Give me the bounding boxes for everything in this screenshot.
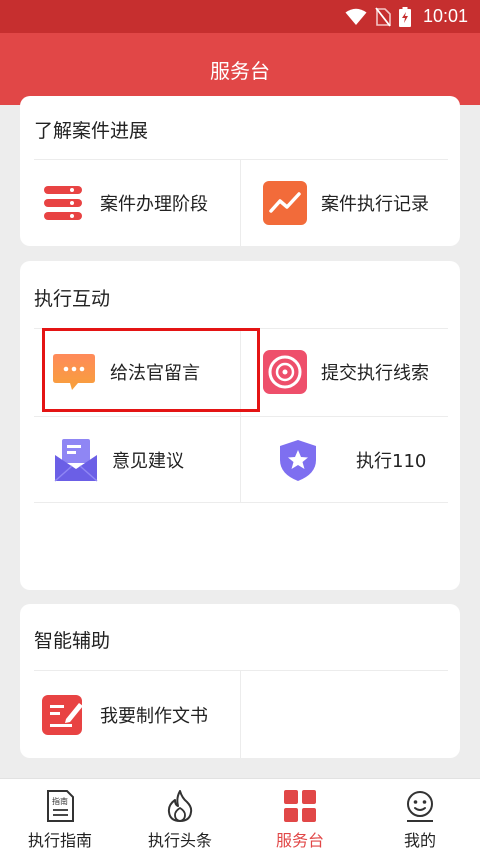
- item-label: 案件办理阶段: [100, 194, 208, 215]
- shield-star-icon: [276, 438, 320, 482]
- card-case-progress: 了解案件进展 案件办理阶段 案件执行记录: [20, 96, 460, 246]
- user-face-icon: [404, 789, 436, 823]
- highlight-box: [42, 328, 260, 412]
- card-interaction: 执行互动 给法官留言 提交执行线索 意见建议 执行110: [20, 261, 460, 590]
- tab-headlines[interactable]: 执行头条: [120, 779, 240, 853]
- section-title: 智能辅助: [34, 630, 111, 652]
- status-bar: 10:01: [0, 0, 480, 33]
- item-label: 执行110: [356, 451, 427, 472]
- bottom-tab-bar: 指南 执行指南 执行头条 服务台 我的: [0, 778, 480, 853]
- divider: [240, 671, 241, 758]
- wifi-icon: [345, 8, 367, 26]
- section-title: 了解案件进展: [34, 120, 149, 142]
- grid-icon: [284, 789, 316, 823]
- tab-label: 执行头条: [147, 831, 212, 850]
- divider: [34, 159, 448, 160]
- tab-label: 服务台: [275, 831, 324, 850]
- divider: [240, 160, 241, 246]
- tab-label: 执行指南: [27, 831, 92, 850]
- guide-icon-text: 指南: [52, 796, 68, 806]
- page-title: 服务台: [0, 33, 480, 105]
- item-case-stage[interactable]: 案件办理阶段: [42, 181, 208, 225]
- item-submit-clue[interactable]: 提交执行线索: [263, 350, 429, 394]
- card-smart-assist: 智能辅助 我要制作文书: [20, 604, 460, 758]
- trend-chart-icon: [263, 181, 307, 225]
- item-label: 案件执行记录: [321, 194, 429, 215]
- item-make-document[interactable]: 我要制作文书: [42, 693, 208, 737]
- item-label: 意见建议: [112, 451, 184, 472]
- item-execution-110[interactable]: 执行110: [276, 438, 426, 482]
- vinyl-disc-icon: [263, 350, 307, 394]
- tab-guide[interactable]: 指南 执行指南: [0, 779, 120, 853]
- item-label: 提交执行线索: [321, 363, 429, 384]
- envelope-icon: [54, 438, 98, 482]
- item-case-records[interactable]: 案件执行记录: [263, 181, 429, 225]
- divider: [34, 670, 448, 671]
- clock: 10:01: [422, 6, 468, 26]
- guide-book-icon: 指南: [45, 789, 75, 823]
- item-label: 我要制作文书: [100, 706, 208, 727]
- tab-label: 我的: [403, 831, 436, 850]
- flame-icon: [165, 789, 195, 823]
- section-title: 执行互动: [34, 288, 111, 310]
- battery-charging-icon: [398, 6, 411, 27]
- divider: [34, 416, 448, 417]
- tab-mine[interactable]: 我的: [360, 779, 480, 853]
- no-sim-icon: [375, 6, 391, 27]
- list-icon: [42, 181, 86, 225]
- item-suggestion[interactable]: 意见建议: [54, 438, 184, 482]
- edit-document-icon: [42, 693, 86, 737]
- tab-service-desk[interactable]: 服务台: [240, 779, 360, 853]
- divider: [34, 502, 448, 503]
